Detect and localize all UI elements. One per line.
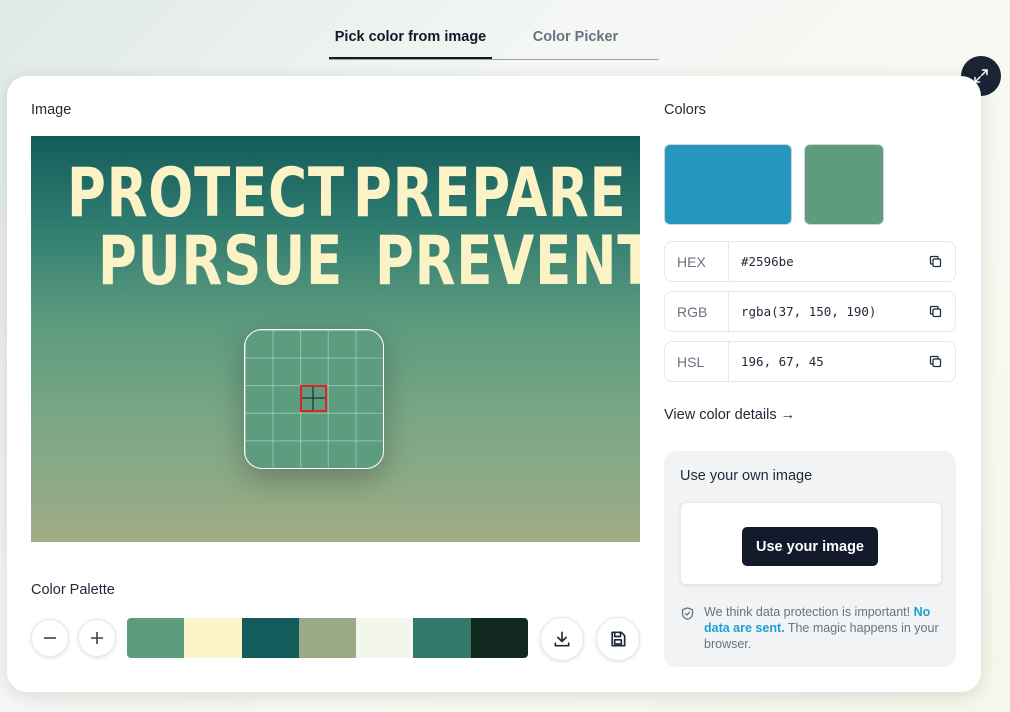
- palette-swatch-2[interactable]: [184, 618, 242, 658]
- picked-color-swatch[interactable]: [804, 144, 884, 225]
- own-image-panel: Use your own image Use your image We thi…: [664, 451, 956, 667]
- minus-icon: [44, 637, 56, 639]
- selected-color-swatch[interactable]: [664, 144, 792, 225]
- hsl-value[interactable]: 196, 67, 45: [729, 354, 915, 369]
- save-palette-button[interactable]: [596, 617, 640, 661]
- own-image-title: Use your own image: [680, 468, 813, 484]
- tab-pick-color-from-image[interactable]: Pick color from image: [329, 16, 492, 59]
- download-palette-button[interactable]: [540, 617, 584, 661]
- palette-swatch-7[interactable]: [470, 618, 528, 658]
- poster-text-protect: PROTECT: [67, 154, 345, 233]
- hsl-field: HSL 196, 67, 45: [664, 341, 956, 382]
- hex-value[interactable]: #2596be: [729, 254, 915, 269]
- save-icon: [611, 631, 626, 647]
- increase-palette-button[interactable]: [78, 619, 116, 657]
- main-card: Image PROTECT PREPARE PURSUE PREVENT Col…: [7, 76, 981, 692]
- download-icon: [554, 631, 570, 647]
- image-section-label: Image: [31, 102, 72, 118]
- palette-swatch-5[interactable]: [356, 618, 414, 658]
- palette-swatch-3[interactable]: [241, 618, 299, 658]
- shield-check-icon: [681, 607, 694, 620]
- view-color-details-link[interactable]: View color details →: [664, 407, 795, 423]
- magnifier-center-pixel: [300, 385, 327, 412]
- palette-swatch-1[interactable]: [127, 618, 185, 658]
- tab-color-picker[interactable]: Color Picker: [492, 16, 659, 58]
- use-your-image-button[interactable]: Use your image: [742, 527, 878, 566]
- rgb-label: RGB: [665, 292, 729, 331]
- colors-section-label: Colors: [664, 102, 706, 118]
- copy-hsl-button[interactable]: [915, 354, 955, 369]
- image-drop-zone[interactable]: Use your image: [680, 502, 942, 585]
- palette-swatch-4[interactable]: [298, 618, 357, 658]
- poster-text-pursue: PURSUE: [98, 222, 343, 301]
- mode-tabs: Pick color from image Color Picker: [329, 16, 659, 60]
- palette-swatch-6[interactable]: [413, 618, 471, 658]
- notice-text-start: We think data protection is important!: [704, 605, 911, 619]
- hex-label: HEX: [665, 242, 729, 281]
- copy-icon: [929, 255, 941, 268]
- copy-icon: [929, 355, 941, 368]
- rgb-value[interactable]: rgba(37, 150, 190): [729, 304, 915, 319]
- copy-icon: [929, 305, 941, 318]
- poster-text-prevent: PREVENT: [375, 222, 640, 301]
- hsl-label: HSL: [665, 342, 729, 381]
- hex-field: HEX #2596be: [664, 241, 956, 282]
- data-protection-notice: We think data protection is important! N…: [704, 604, 944, 652]
- rgb-field: RGB rgba(37, 150, 190): [664, 291, 956, 332]
- copy-hex-button[interactable]: [915, 254, 955, 269]
- palette-section-label: Color Palette: [31, 582, 115, 598]
- copy-rgb-button[interactable]: [915, 304, 955, 319]
- plus-icon: [91, 632, 103, 644]
- color-palette: [127, 618, 528, 658]
- decrease-palette-button[interactable]: [31, 619, 69, 657]
- poster-text-prepare: PREPARE: [353, 154, 627, 233]
- image-canvas[interactable]: PROTECT PREPARE PURSUE PREVENT: [31, 136, 640, 542]
- color-magnifier-loupe[interactable]: [244, 329, 384, 469]
